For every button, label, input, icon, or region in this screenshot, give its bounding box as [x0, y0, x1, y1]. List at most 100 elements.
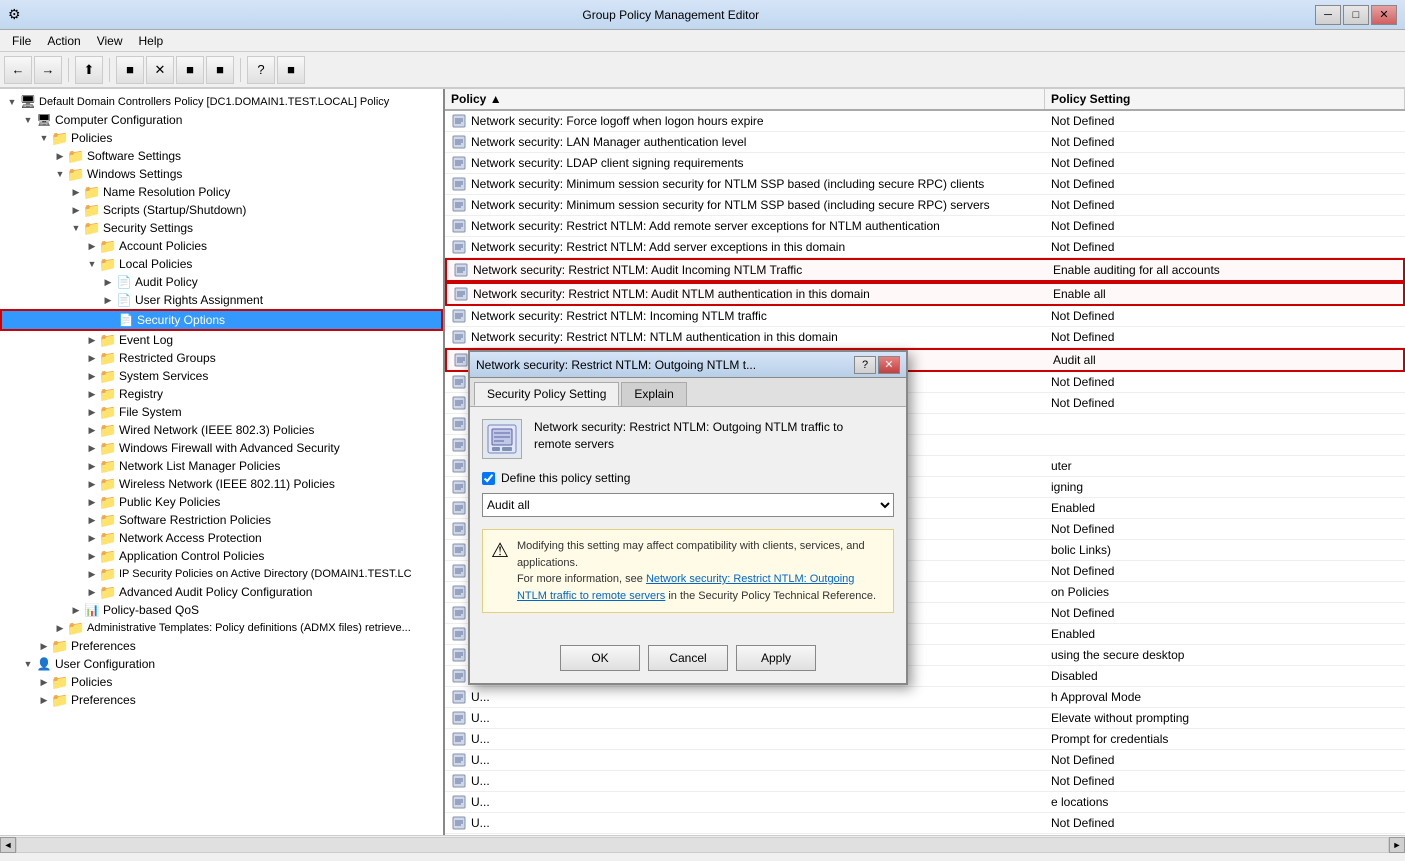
tree-expand-nl[interactable]: ▶	[84, 458, 100, 474]
menu-action[interactable]: Action	[39, 32, 88, 50]
define-policy-checkbox-row[interactable]: Define this policy setting	[482, 471, 894, 485]
table-row[interactable]: Network security: Force logoff when logo…	[445, 111, 1405, 132]
tree-expand-qos[interactable]: ▶	[68, 602, 84, 618]
minimize-button[interactable]: ─	[1315, 5, 1341, 25]
tree-expand-aup[interactable]: ▶	[100, 274, 116, 290]
tree-local-policies[interactable]: ▼ 📁 Local Policies	[0, 255, 443, 273]
show-hide-button[interactable]: ■	[116, 56, 144, 84]
apply-button[interactable]: Apply	[736, 645, 816, 671]
tree-expand-sys[interactable]: ▶	[84, 368, 100, 384]
help-button[interactable]: ?	[247, 56, 275, 84]
tree-expand-puc[interactable]: ▶	[36, 674, 52, 690]
scroll-left-button[interactable]: ◄	[0, 837, 16, 853]
tree-software-settings[interactable]: ▶ 📁 Software Settings	[0, 147, 443, 165]
back-button[interactable]: ←	[4, 56, 32, 84]
tree-wireless-network[interactable]: ▶ 📁 Wireless Network (IEEE 802.11) Polic…	[0, 475, 443, 493]
table-row[interactable]: Network security: Restrict NTLM: Audit N…	[445, 282, 1405, 306]
tree-user-config[interactable]: ▼ 👤 User Configuration	[0, 655, 443, 673]
tree-expand-ws[interactable]: ▼	[52, 166, 68, 182]
modal-dialog[interactable]: Network security: Restrict NTLM: Outgoin…	[468, 350, 908, 685]
tree-name-resolution[interactable]: ▶ 📁 Name Resolution Policy	[0, 183, 443, 201]
table-row[interactable]: U...e locations	[445, 792, 1405, 813]
table-row[interactable]: Network security: Restrict NTLM: Audit I…	[445, 258, 1405, 282]
tree-expand-fs[interactable]: ▶	[84, 404, 100, 420]
table-row[interactable]: Network security: LAN Manager authentica…	[445, 132, 1405, 153]
tree-expand-wf[interactable]: ▶	[84, 440, 100, 456]
tree-registry[interactable]: ▶ 📁 Registry	[0, 385, 443, 403]
table-row[interactable]: Network security: Restrict NTLM: NTLM au…	[445, 327, 1405, 348]
tree-expand-uc[interactable]: ▼	[20, 656, 36, 672]
table-row[interactable]: Network security: Minimum session securi…	[445, 195, 1405, 216]
tree-expand-at[interactable]: ▶	[52, 620, 68, 636]
audit-dropdown-row[interactable]: Not Defined Allow all Audit all Deny all	[482, 493, 894, 517]
tree-expand-sr[interactable]: ▶	[84, 512, 100, 528]
tree-file-system[interactable]: ▶ 📁 File System	[0, 403, 443, 421]
scroll-right-button[interactable]: ►	[1389, 837, 1405, 853]
table-row[interactable]: Network security: Minimum session securi…	[445, 174, 1405, 195]
tree-panel[interactable]: ▼ 🖥 Default Domain Controllers Policy [D…	[0, 89, 445, 835]
tree-expand-nr[interactable]: ▶	[68, 184, 84, 200]
tab-security-policy[interactable]: Security Policy Setting	[474, 382, 619, 406]
refresh-button[interactable]: ■	[277, 56, 305, 84]
tree-expand-secsettings[interactable]: ▼	[68, 220, 84, 236]
close-button[interactable]: ✕	[1371, 5, 1397, 25]
tree-windows-settings[interactable]: ▼ 📁 Windows Settings	[0, 165, 443, 183]
tree-app-control[interactable]: ▶ 📁 Application Control Policies	[0, 547, 443, 565]
tree-expand-lp[interactable]: ▼	[84, 256, 100, 272]
tree-network-list[interactable]: ▶ 📁 Network List Manager Policies	[0, 457, 443, 475]
tree-preferences-uc[interactable]: ▶ 📁 Preferences	[0, 691, 443, 709]
column-header-policy[interactable]: Policy ▲	[445, 89, 1045, 109]
audit-dropdown[interactable]: Not Defined Allow all Audit all Deny all	[482, 493, 894, 517]
up-button[interactable]: ⬆	[75, 56, 103, 84]
tree-expand-prefuc[interactable]: ▶	[36, 692, 52, 708]
tree-ip-security[interactable]: ▶ 📁 IP Security Policies on Active Direc…	[0, 565, 443, 583]
tree-expand-prefcc[interactable]: ▶	[36, 638, 52, 654]
menu-view[interactable]: View	[89, 32, 131, 50]
tree-windows-firewall[interactable]: ▶ 📁 Windows Firewall with Advanced Secur…	[0, 439, 443, 457]
tree-policies-uc[interactable]: ▶ 📁 Policies	[0, 673, 443, 691]
tree-scripts[interactable]: ▶ 📁 Scripts (Startup/Shutdown)	[0, 201, 443, 219]
table-row[interactable]: U...h Approval Mode	[445, 687, 1405, 708]
tree-expand-ac[interactable]: ▶	[84, 548, 100, 564]
new-window-button[interactable]: ■	[206, 56, 234, 84]
table-row[interactable]: U...Not Defined	[445, 750, 1405, 771]
tree-user-rights[interactable]: ▶ 📄 User Rights Assignment	[0, 291, 443, 309]
tab-explain[interactable]: Explain	[621, 382, 686, 406]
tree-expand-policies[interactable]: ▼	[36, 130, 52, 146]
tree-advanced-audit[interactable]: ▶ 📁 Advanced Audit Policy Configuration	[0, 583, 443, 601]
tree-software-restriction[interactable]: ▶ 📁 Software Restriction Policies	[0, 511, 443, 529]
tree-expand-cc[interactable]: ▼	[20, 112, 36, 128]
tree-expand-nap[interactable]: ▶	[84, 530, 100, 546]
ok-button[interactable]: OK	[560, 645, 640, 671]
tree-expand-reg[interactable]: ▶	[84, 386, 100, 402]
table-row[interactable]: U...Elevate without prompting	[445, 708, 1405, 729]
tree-expand-wn[interactable]: ▶	[84, 422, 100, 438]
table-row[interactable]: U...Not Defined	[445, 771, 1405, 792]
table-row[interactable]: Network security: Restrict NTLM: Incomin…	[445, 306, 1405, 327]
forward-button[interactable]: →	[34, 56, 62, 84]
table-row[interactable]: Network security: LDAP client signing re…	[445, 153, 1405, 174]
tree-expand-pk[interactable]: ▶	[84, 494, 100, 510]
tree-expand-so[interactable]	[102, 312, 118, 328]
define-policy-checkbox[interactable]	[482, 472, 495, 485]
tree-expand-ap[interactable]: ▶	[84, 238, 100, 254]
tree-policy-qos[interactable]: ▶ 📊 Policy-based QoS	[0, 601, 443, 619]
tree-expand-root[interactable]: ▼	[4, 94, 20, 110]
tree-computer-config[interactable]: ▼ 🖥 Computer Configuration	[0, 111, 443, 129]
horizontal-scrollbar[interactable]	[16, 837, 1389, 853]
modal-close-button[interactable]: ✕	[878, 356, 900, 374]
tree-admin-templates[interactable]: ▶ 📁 Administrative Templates: Policy def…	[0, 619, 443, 637]
tree-account-policies[interactable]: ▶ 📁 Account Policies	[0, 237, 443, 255]
tree-expand-ips[interactable]: ▶	[84, 566, 100, 582]
warning-link[interactable]: Network security: Restrict NTLM: Outgoin…	[517, 573, 854, 602]
tree-expand-scripts[interactable]: ▶	[68, 202, 84, 218]
tree-preferences-cc[interactable]: ▶ 📁 Preferences	[0, 637, 443, 655]
table-row[interactable]: Network security: Restrict NTLM: Add rem…	[445, 216, 1405, 237]
tree-restricted-groups[interactable]: ▶ 📁 Restricted Groups	[0, 349, 443, 367]
tree-expand-ss[interactable]: ▶	[52, 148, 68, 164]
tree-wired-network[interactable]: ▶ 📁 Wired Network (IEEE 802.3) Policies	[0, 421, 443, 439]
menu-file[interactable]: File	[4, 32, 39, 50]
tree-expand-el[interactable]: ▶	[84, 332, 100, 348]
tree-public-key[interactable]: ▶ 📁 Public Key Policies	[0, 493, 443, 511]
delete-button[interactable]: ✕	[146, 56, 174, 84]
